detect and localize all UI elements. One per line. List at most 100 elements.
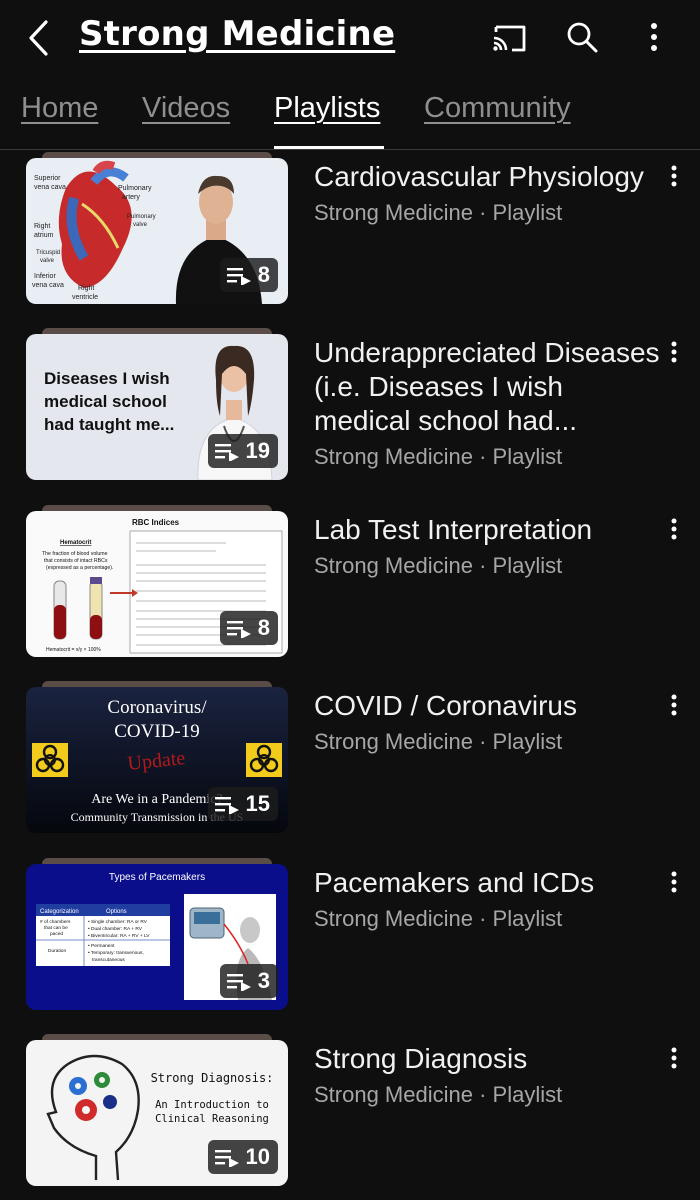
- playlist-title[interactable]: Lab Test Interpretation: [314, 513, 664, 547]
- video-count-badge: 19: [207, 434, 278, 468]
- thumbnail-text-line: Diseases I wish: [44, 369, 170, 388]
- video-count-badge: 8: [219, 258, 278, 292]
- tab-home[interactable]: Home: [21, 92, 98, 125]
- table-cell: Duration: [48, 948, 66, 954]
- top-app-bar: Strong Medicine: [0, 0, 700, 76]
- playlist-title[interactable]: Pacemakers and ICDs: [314, 866, 664, 900]
- label-right-ventricle: Right: [78, 285, 94, 292]
- video-count-badge: 3: [219, 964, 278, 998]
- playlist-meta: Underappreciated Diseases (i.e. Diseases…: [314, 336, 664, 472]
- more-vert-icon[interactable]: [636, 18, 676, 58]
- label-pulmonary-valve-2: valve: [133, 222, 148, 228]
- thumbnail-text-line: that consists of intact RBCs: [44, 558, 108, 564]
- video-count: 15: [245, 791, 270, 816]
- playlist-meta: COVID / Coronavirus Strong Medicine · Pl…: [314, 689, 664, 757]
- playlist-item[interactable]: Strong Diagnosis: An Introduction to Cli…: [0, 1034, 700, 1200]
- thumbnail-text-line: Strong Diagnosis:: [151, 1071, 274, 1085]
- playlist-item[interactable]: Diseases I wish medical school had taugh…: [0, 328, 700, 506]
- playlist-meta: Cardiovascular Physiology Strong Medicin…: [314, 160, 664, 228]
- table-header: Categorization: [40, 909, 79, 915]
- more-options-icon[interactable]: [664, 1044, 684, 1076]
- playlist-thumbnail[interactable]: Diseases I wish medical school had taugh…: [26, 328, 288, 480]
- playlist-thumbnail[interactable]: Strong Diagnosis: An Introduction to Cli…: [26, 1034, 288, 1186]
- label-tricuspid-valve: Tricuspid: [36, 250, 60, 256]
- thumbnail-text-line: Hematocrit = x/y × 100%: [46, 647, 101, 653]
- video-count: 8: [257, 262, 270, 287]
- label-pulmonary-valve: Pulmonary: [127, 214, 156, 220]
- table-cell: • Permanent: [88, 943, 115, 949]
- playlist-title[interactable]: COVID / Coronavirus: [314, 689, 664, 723]
- more-options-icon[interactable]: [664, 868, 684, 900]
- playlist-item[interactable]: Types of Pacemakers Categorization Optio…: [0, 858, 700, 1036]
- playlist-thumbnail[interactable]: RBC Indices Hematocrit The fraction of b…: [26, 505, 288, 657]
- playlist-icon: [214, 444, 239, 461]
- video-count: 3: [257, 968, 270, 993]
- thumbnail-text-line: Clinical Reasoning: [155, 1113, 269, 1125]
- video-count: 19: [245, 438, 270, 463]
- table-cell: transcutaneous: [92, 957, 125, 963]
- playlist-title[interactable]: Cardiovascular Physiology: [314, 160, 664, 194]
- playlist-title[interactable]: Underappreciated Diseases (i.e. Diseases…: [314, 336, 664, 438]
- tab-playlists[interactable]: Playlists: [274, 92, 380, 125]
- table-cell: # of chambers: [40, 919, 71, 925]
- label-inferior-vena-cava-2: vena cava: [32, 282, 64, 289]
- thumbnail-title: RBC Indices: [132, 518, 180, 527]
- table-header: Options: [106, 909, 127, 915]
- channel-playlists-screen: Strong Medicine Home Videos Playlists Co…: [0, 0, 700, 1200]
- label-inferior-vena-cava: Inferior: [34, 273, 56, 280]
- tab-videos[interactable]: Videos: [142, 92, 230, 125]
- thumbnail-text-line: Are We in a Pandemic?: [91, 792, 223, 807]
- playlist-subtitle: Strong Medicine · Playlist: [314, 1082, 563, 1107]
- more-options-icon[interactable]: [664, 515, 684, 547]
- channel-tabs: Home Videos Playlists Community: [0, 84, 700, 150]
- table-cell: • Biventricular: RA + RV + LV: [88, 933, 150, 939]
- table-cell: • Dual chamber: RA + RV: [88, 926, 143, 932]
- playlist-item[interactable]: RBC Indices Hematocrit The fraction of b…: [0, 505, 700, 683]
- video-count-badge: 10: [207, 1140, 278, 1174]
- active-tab-indicator: [274, 146, 384, 149]
- playlist-item[interactable]: Superior vena cava Pulmonary artery Pulm…: [0, 152, 700, 330]
- label-right-atrium: Right: [34, 223, 50, 230]
- cast-icon[interactable]: [490, 18, 530, 58]
- table-cell: • Single chamber: RA or RV: [88, 919, 148, 925]
- thumbnail-text-line: COVID-19: [114, 721, 200, 742]
- label-right-atrium-2: atrium: [34, 232, 54, 239]
- thumbnail-text-line: An Introduction to: [155, 1099, 269, 1111]
- more-options-icon[interactable]: [664, 691, 684, 723]
- tab-community[interactable]: Community: [424, 92, 571, 125]
- label-pulmonary-artery-2: artery: [122, 194, 140, 201]
- playlist-subtitle: Strong Medicine · Playlist: [314, 553, 563, 578]
- playlist-subtitle: Strong Medicine · Playlist: [314, 200, 563, 225]
- playlist-icon: [226, 621, 251, 638]
- thumbnail-title: Types of Pacemakers: [109, 872, 205, 883]
- playlist-item[interactable]: Coronavirus/ COVID-19 Update Are We in a…: [0, 681, 700, 859]
- playlist-thumbnail[interactable]: Superior vena cava Pulmonary artery Pulm…: [26, 152, 288, 304]
- thumbnail-text-line: The fraction of blood volume: [42, 551, 108, 557]
- playlist-subtitle: Strong Medicine · Playlist: [314, 444, 563, 469]
- channel-title[interactable]: Strong Medicine: [79, 14, 395, 54]
- back-arrow-icon[interactable]: [22, 16, 58, 60]
- playlist-icon: [226, 268, 251, 285]
- video-count: 8: [257, 615, 270, 640]
- playlist-meta: Lab Test Interpretation Strong Medicine …: [314, 513, 664, 581]
- video-count-badge: 8: [219, 611, 278, 645]
- playlist-icon: [214, 797, 239, 814]
- table-cell: that can be: [44, 925, 68, 931]
- label-pulmonary-artery: Pulmonary: [118, 185, 152, 192]
- more-options-icon[interactable]: [664, 162, 684, 194]
- playlist-thumbnail[interactable]: Types of Pacemakers Categorization Optio…: [26, 858, 288, 1010]
- playlist-subtitle: Strong Medicine · Playlist: [314, 906, 563, 931]
- table-cell: paced: [50, 931, 63, 937]
- label-tricuspid-valve-2: valve: [40, 258, 55, 264]
- label-superior-vena-cava-2: vena cava: [34, 184, 66, 191]
- search-icon[interactable]: [562, 18, 602, 58]
- playlist-meta: Strong Diagnosis Strong Medicine · Playl…: [314, 1042, 664, 1110]
- more-options-icon[interactable]: [664, 338, 684, 370]
- playlist-thumbnail[interactable]: Coronavirus/ COVID-19 Update Are We in a…: [26, 681, 288, 833]
- video-count: 10: [245, 1144, 270, 1169]
- playlist-meta: Pacemakers and ICDs Strong Medicine · Pl…: [314, 866, 664, 934]
- playlist-icon: [214, 1150, 239, 1167]
- thumbnail-text-line: (expressed as a percentage).: [46, 565, 113, 571]
- thumbnail-text-line: Hematocrit: [60, 540, 91, 546]
- playlist-title[interactable]: Strong Diagnosis: [314, 1042, 664, 1076]
